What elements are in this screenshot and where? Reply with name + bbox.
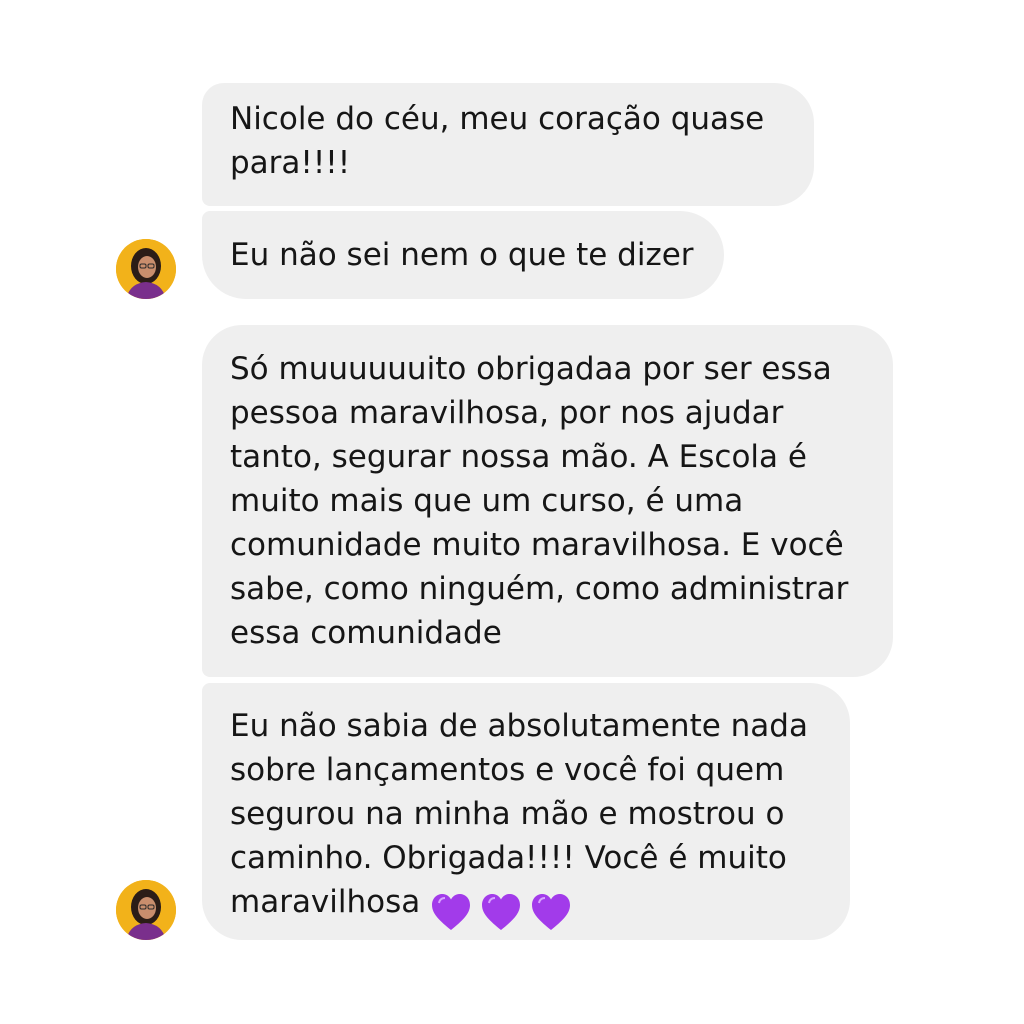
message-bubble[interactable]: Só muuuuuuito obrigadaa por ser essa pes… <box>202 325 893 677</box>
message-text: Nicole do céu, meu coração quase para!!!… <box>230 101 765 181</box>
message-bubble[interactable]: Eu não sei nem o que te dizer <box>202 211 724 299</box>
message-text: Eu não sei nem o que te dizer <box>230 237 694 273</box>
chat-thread: Nicole do céu, meu coração quase para!!!… <box>0 0 1024 1024</box>
avatar[interactable] <box>116 880 176 940</box>
purple-heart-icon <box>432 893 471 930</box>
purple-heart-icon <box>532 893 571 930</box>
message-bubble[interactable]: Nicole do céu, meu coração quase para!!!… <box>202 83 814 206</box>
message-bubble[interactable]: Eu não sabia de absolutamente nada sobre… <box>202 683 850 940</box>
emoji-group <box>430 888 580 932</box>
avatar[interactable] <box>116 239 176 299</box>
purple-heart-icon <box>482 893 521 930</box>
message-text: Só muuuuuuito obrigadaa por ser essa pes… <box>230 351 849 651</box>
